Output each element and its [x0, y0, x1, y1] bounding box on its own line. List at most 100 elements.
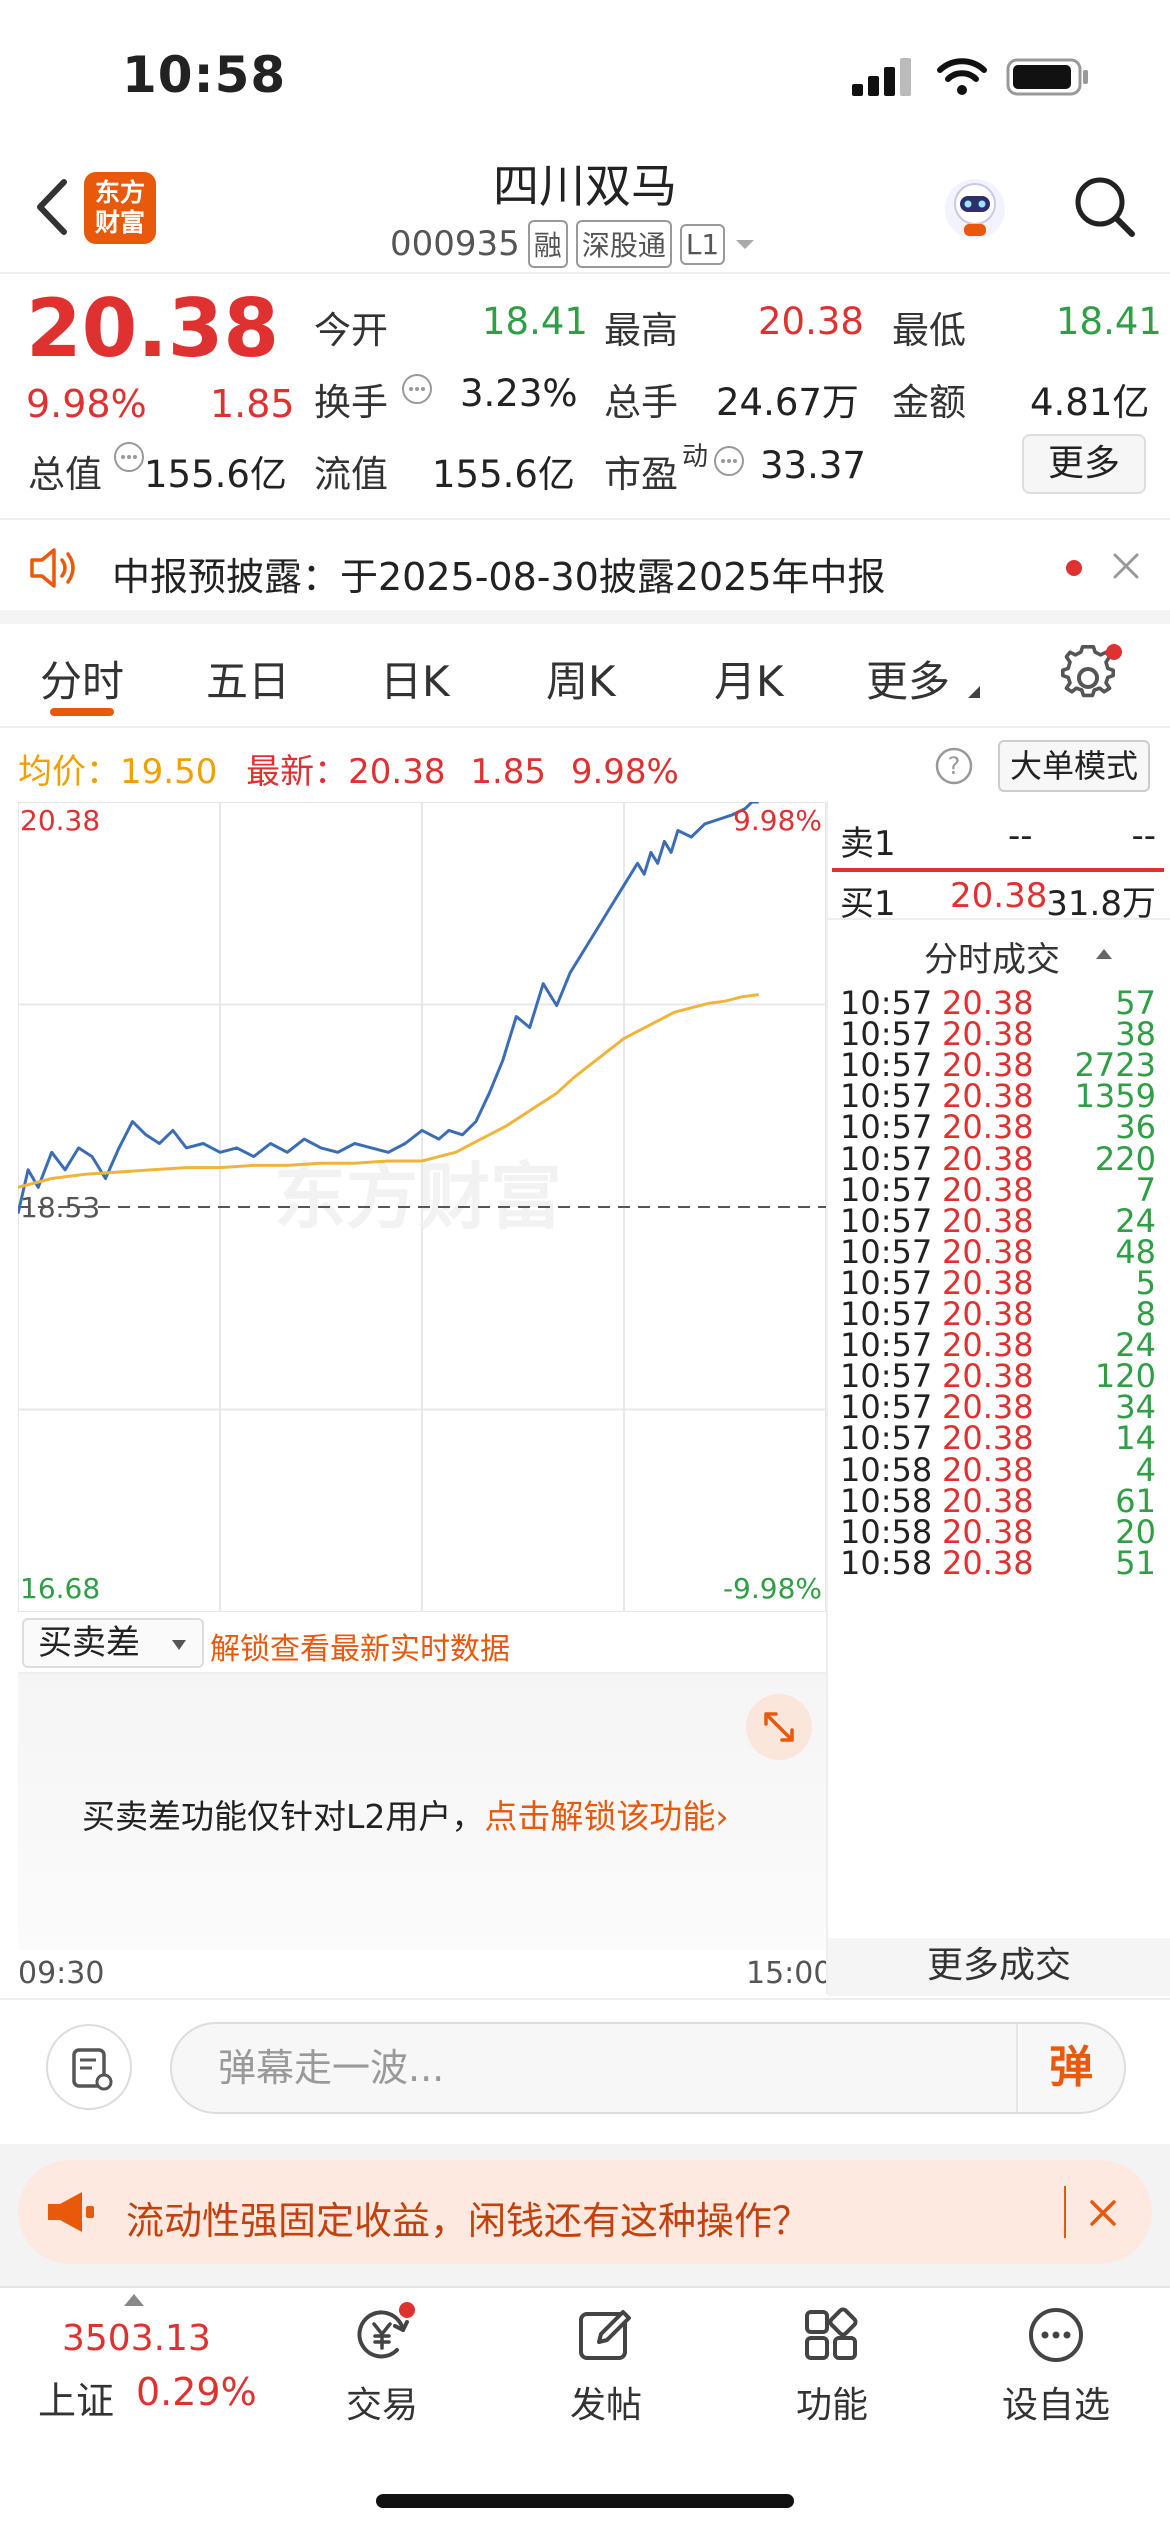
- ticks-title[interactable]: 分时成交: [924, 932, 1060, 981]
- close-icon[interactable]: [1110, 550, 1142, 582]
- mktcap-label: 总值: [28, 453, 102, 496]
- turnover-value: 3.23%: [460, 372, 578, 415]
- ad-close-icon[interactable]: [1088, 2198, 1118, 2228]
- nav-functions[interactable]: 功能: [762, 2300, 902, 2428]
- change-amount: 1.85: [210, 382, 295, 426]
- latest-change: 1.85: [470, 752, 547, 792]
- expand-icon[interactable]: [746, 1694, 812, 1760]
- tag-level: L1: [679, 223, 726, 265]
- search-icon[interactable]: [1070, 172, 1140, 242]
- help-icon[interactable]: ?: [934, 746, 974, 786]
- tab-weekly-k[interactable]: 周K: [546, 648, 616, 709]
- unlock-feature-link[interactable]: 点击解锁该功能: [484, 1797, 715, 1836]
- expand-arrows-icon: [764, 1712, 794, 1742]
- tab-daily-k[interactable]: 日K: [380, 648, 450, 709]
- orderbook-divider: [828, 918, 1170, 920]
- index-up-arrow-icon: [124, 2294, 144, 2306]
- tick-row: 10:58 20.38 51: [836, 1544, 1162, 1594]
- amount-label: 金额: [892, 381, 966, 424]
- low-value: 18.41: [1056, 300, 1162, 343]
- status-time: 10:58: [122, 46, 287, 104]
- nav-add-watchlist-label: 设自选: [1001, 2385, 1110, 2426]
- buy-sell-diff-label: 买卖差: [38, 1623, 140, 1663]
- svg-text:?: ?: [948, 752, 961, 780]
- latest-pct: 9.98%: [570, 752, 679, 792]
- edit-post-icon: [579, 2310, 631, 2360]
- pct-bottom-label: -9.98%: [723, 1572, 822, 1605]
- change-percent: 9.98%: [26, 382, 147, 426]
- notice-unread-dot: [1066, 560, 1082, 576]
- big-order-mode-button[interactable]: 大单模式: [998, 740, 1150, 792]
- prev-close-label: 18.53: [20, 1191, 100, 1224]
- high-value: 20.38: [758, 300, 864, 343]
- chevron-right-icon: ›: [715, 1797, 729, 1836]
- danmu-send-button[interactable]: 弹: [1016, 2024, 1124, 2112]
- tab-more[interactable]: 更多: [866, 648, 950, 709]
- high-label: 最高: [604, 309, 678, 352]
- danmu-settings-icon[interactable]: [46, 2024, 132, 2110]
- index-percent[interactable]: 0.29%: [136, 2370, 257, 2414]
- sell1-price: --: [1008, 816, 1033, 856]
- y-top-label: 20.38: [20, 804, 100, 837]
- pe-superscript: 动: [682, 442, 709, 472]
- avg-label: 均价：: [18, 752, 120, 792]
- more-trades-button[interactable]: 更多成交: [828, 1938, 1170, 1996]
- open-label: 今开: [314, 309, 388, 352]
- index-name[interactable]: 上证: [38, 2370, 114, 2425]
- signal-icon: [852, 58, 914, 96]
- stock-code: 000935: [390, 224, 520, 264]
- turnover-info-icon[interactable]: [400, 372, 434, 406]
- buy-sell-diff-dropdown[interactable]: 买卖差: [22, 1618, 204, 1668]
- tick-price: 20.38: [942, 1543, 1034, 1582]
- settings-gear-icon[interactable]: [1058, 642, 1124, 708]
- tag-margin: 融: [527, 220, 568, 268]
- bid-ask-divider: [832, 868, 1164, 872]
- intraday-chart[interactable]: 东方财富 20.38 9.98% 18.53 16.68 -9.98%: [18, 802, 826, 1612]
- open-value: 18.41: [482, 300, 588, 343]
- trade-icon: [357, 2302, 415, 2359]
- danmu-doc-icon: [72, 2048, 113, 2091]
- tab-5day[interactable]: 五日: [206, 648, 290, 709]
- danmu-input[interactable]: 弹幕走一波...: [170, 2022, 1126, 2114]
- avg-value: 19.50: [120, 752, 218, 792]
- tab-active-indicator: [50, 708, 114, 716]
- latest-label: 最新：: [246, 752, 349, 792]
- tab-more-caret-icon: [968, 686, 980, 698]
- nav-post-label: 发帖: [569, 2385, 642, 2426]
- volume-value: 24.67万: [716, 381, 859, 424]
- mktcap-info-icon[interactable]: [112, 440, 146, 474]
- turnover-label: 换手: [314, 381, 388, 424]
- l2-only-message: 买卖差功能仅针对L2用户，点击解锁该功能›: [82, 1790, 729, 1838]
- index-value[interactable]: 3503.13: [62, 2318, 211, 2359]
- nav-trade[interactable]: 交易: [312, 2300, 452, 2428]
- buy1-price: 20.38: [950, 876, 1048, 916]
- ad-text: 流动性强固定收益，闲钱还有这种操作？: [126, 2199, 811, 2243]
- nav-add-watchlist[interactable]: 设自选: [986, 2300, 1126, 2428]
- tick-volume: 51: [1115, 1543, 1156, 1582]
- pe-info-icon[interactable]: [712, 444, 746, 478]
- dropdown-icon[interactable]: [733, 234, 757, 254]
- tab-monthly-k[interactable]: 月K: [714, 648, 784, 709]
- tabs-divider: [0, 726, 1170, 728]
- y-bottom-label: 16.68: [20, 1572, 100, 1605]
- notice-text: 中报预披露：于2025-08-30披露2025年中报: [112, 555, 886, 599]
- ad-divider: [1064, 2186, 1066, 2238]
- mktcap-value: 155.6亿: [144, 453, 287, 496]
- nav-post[interactable]: 发帖: [536, 2300, 676, 2428]
- time-end-label: 15:00: [746, 1956, 833, 1991]
- unlock-realtime-link[interactable]: 解锁查看最新实时数据: [210, 1624, 510, 1668]
- battery-icon: [1006, 58, 1088, 96]
- more-quote-button[interactable]: 更多: [1022, 434, 1146, 494]
- tag-connect: 深股通: [575, 220, 672, 268]
- stock-subtitle[interactable]: 000935 融 深股通 L1: [390, 220, 757, 268]
- chart-watermark: 东方财富: [274, 1155, 562, 1239]
- float-value: 155.6亿: [432, 453, 575, 496]
- tab-intraday[interactable]: 分时: [40, 648, 124, 709]
- robot-assistant-icon[interactable]: [940, 174, 1010, 244]
- sell1-label: 卖1: [840, 824, 896, 864]
- home-indicator: [376, 2494, 794, 2508]
- volume-label: 总手: [604, 381, 678, 424]
- pe-value: 33.37: [760, 444, 866, 487]
- sort-up-icon[interactable]: [1094, 946, 1114, 962]
- current-price: 20.38: [26, 282, 280, 375]
